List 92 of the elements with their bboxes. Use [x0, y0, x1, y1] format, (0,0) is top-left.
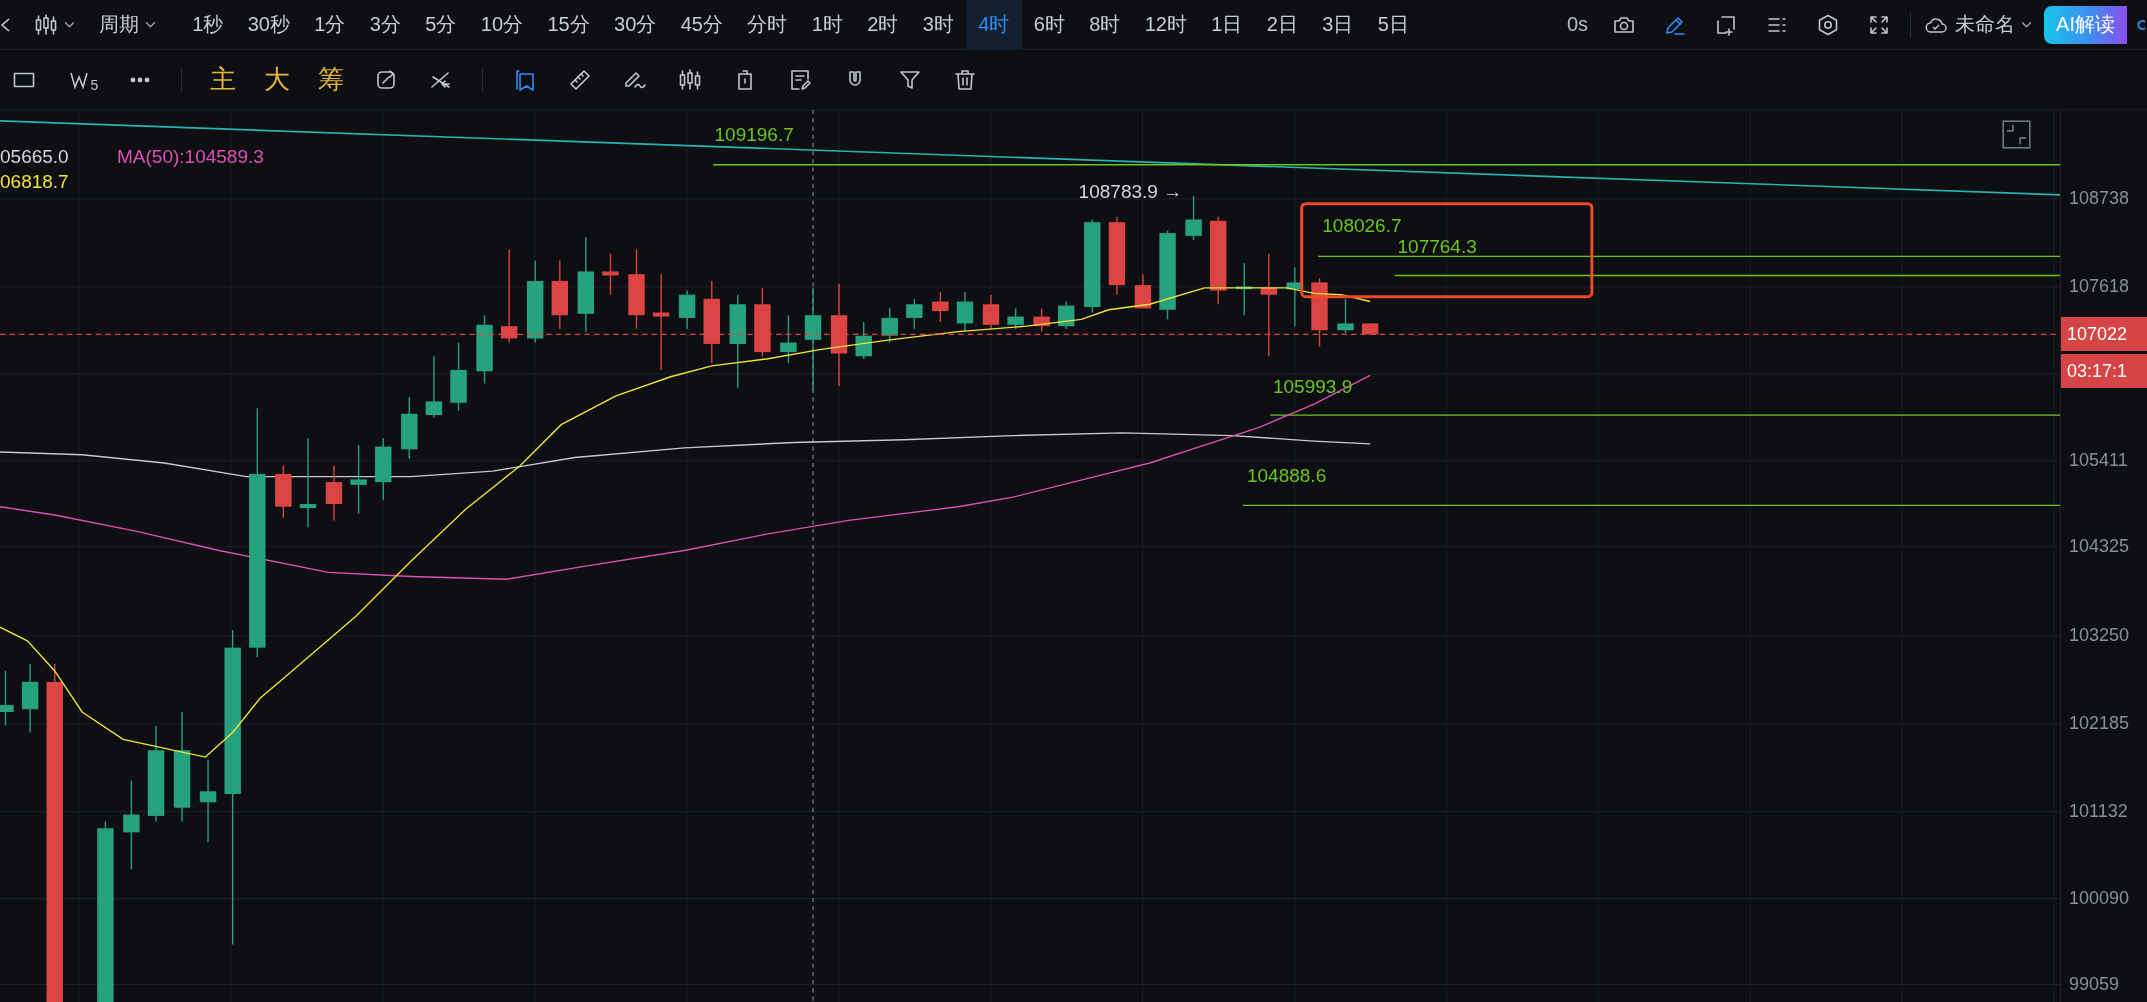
caret-icon: [145, 21, 156, 28]
candlestick: [602, 252, 619, 296]
bar-countdown-tag: 03:17:1: [2061, 354, 2147, 388]
indicator-button[interactable]: 大: [250, 62, 305, 97]
candlestick: [982, 294, 1000, 330]
period-menu[interactable]: 周期: [99, 11, 156, 38]
price-axis-label: 107618: [2069, 276, 2130, 297]
candlestick: [678, 289, 696, 330]
wave-tool-button[interactable]: 5: [51, 67, 113, 92]
interval-tab[interactable]: 8时: [1077, 0, 1133, 50]
interval-tab[interactable]: 3日: [1310, 0, 1366, 50]
highlight-rectangle[interactable]: [1300, 202, 1594, 299]
price-axis-label: 103250: [2069, 625, 2130, 646]
last-price-tag: 107022: [2061, 317, 2147, 351]
restore-icon[interactable]: [2002, 120, 2031, 149]
interval-tab[interactable]: 2时: [855, 0, 911, 50]
trash-icon[interactable]: [952, 67, 977, 92]
price-level-label: 107764.3: [1397, 235, 1477, 258]
candlestick: [956, 291, 974, 333]
candlestick: [350, 444, 367, 515]
interval-tab[interactable]: 10分: [468, 0, 536, 50]
interval-tab[interactable]: 5日: [1365, 0, 1422, 50]
interval-tab[interactable]: 分时: [735, 0, 800, 50]
candlestick: [1337, 298, 1354, 334]
price-level-label: 108026.7: [1322, 215, 1402, 238]
interval-tab[interactable]: 1时: [799, 0, 855, 50]
caret-icon: [2021, 21, 2033, 28]
interval-tab[interactable]: 6时: [1021, 0, 1077, 50]
candlestick: [275, 465, 292, 519]
interval-tab[interactable]: 45分: [668, 0, 736, 50]
candlestick: [1311, 277, 1328, 348]
interval-tab[interactable]: 1日: [1199, 0, 1255, 50]
candlestick: [551, 259, 569, 330]
interval-tab[interactable]: 5分: [413, 0, 469, 50]
ruler-icon[interactable]: [567, 67, 592, 92]
indicator-value: MA(50):104589.3: [117, 146, 264, 168]
candlestick: [855, 321, 872, 360]
price-level-label: 109196.7: [714, 123, 794, 146]
price-axis-label: 101132: [2069, 801, 2128, 822]
countdown-text: 0s: [1566, 13, 1589, 36]
indicator-button[interactable]: 主: [196, 62, 251, 97]
candlestick: [1058, 300, 1075, 330]
candlestick: [1236, 262, 1253, 316]
indicator-button[interactable]: 筹: [304, 62, 359, 97]
interval-tab[interactable]: 3分: [357, 0, 414, 50]
price-level-line[interactable]: [1317, 255, 2060, 258]
price-axis-label: 105411: [2069, 450, 2128, 471]
candlestick: [425, 355, 443, 419]
candlestick: [476, 314, 493, 385]
price-level-line[interactable]: [1242, 504, 2060, 507]
interval-tab[interactable]: 2日: [1254, 0, 1311, 50]
layout-menu[interactable]: 未命名: [1923, 11, 2033, 38]
price-axis-label: 102185: [2069, 713, 2130, 734]
price-axis-label: 104325: [2069, 536, 2130, 557]
candlestick: [1361, 322, 1379, 336]
candlestick: [401, 396, 418, 460]
candlestick: [906, 298, 923, 330]
candlestick: [1185, 195, 1202, 241]
indicator-value: 05665.0: [0, 146, 69, 168]
candlestick: [754, 287, 771, 357]
interval-tab[interactable]: 30秒: [235, 0, 303, 50]
candlestick: [1134, 273, 1152, 310]
candlestick: [932, 291, 949, 323]
candlestick: [780, 314, 797, 364]
price-level-line[interactable]: [1394, 274, 2060, 277]
candlestick: [325, 465, 343, 522]
candlestick-tool-icon[interactable]: [677, 67, 702, 92]
interval-tab[interactable]: 12时: [1132, 0, 1200, 50]
candlestick: [881, 307, 898, 344]
interval-tab[interactable]: 1秒: [180, 0, 236, 50]
candlestick: [450, 341, 467, 412]
price-axis-label: 100090: [2069, 888, 2130, 909]
caret-icon: [64, 21, 75, 28]
candlestick: [0, 670, 14, 727]
candlestick: [21, 663, 39, 734]
high-price-label: 108783.9 →: [1078, 181, 1183, 204]
price-axis-label: 108738: [2069, 188, 2130, 209]
candlestick: [1007, 307, 1024, 330]
candlestick-icon: [34, 12, 58, 37]
price-level-label: 104888.6: [1246, 464, 1327, 487]
price-level-label: 105993.9: [1272, 375, 1353, 398]
interval-tab[interactable]: 1分: [302, 0, 358, 50]
candlestick: [375, 437, 392, 501]
interval-tab[interactable]: 30分: [601, 0, 669, 50]
chart-type-menu[interactable]: [34, 12, 75, 37]
trend-line[interactable]: [0, 120, 2060, 196]
interval-tab[interactable]: 15分: [535, 0, 602, 50]
indicator-value: 06818.7: [0, 171, 69, 193]
interval-tab[interactable]: 3时: [910, 0, 966, 50]
candlestick: [1033, 307, 1050, 333]
price-axis-label: 99059: [2069, 974, 2120, 995]
interval-tab[interactable]: 4时: [966, 0, 1022, 50]
